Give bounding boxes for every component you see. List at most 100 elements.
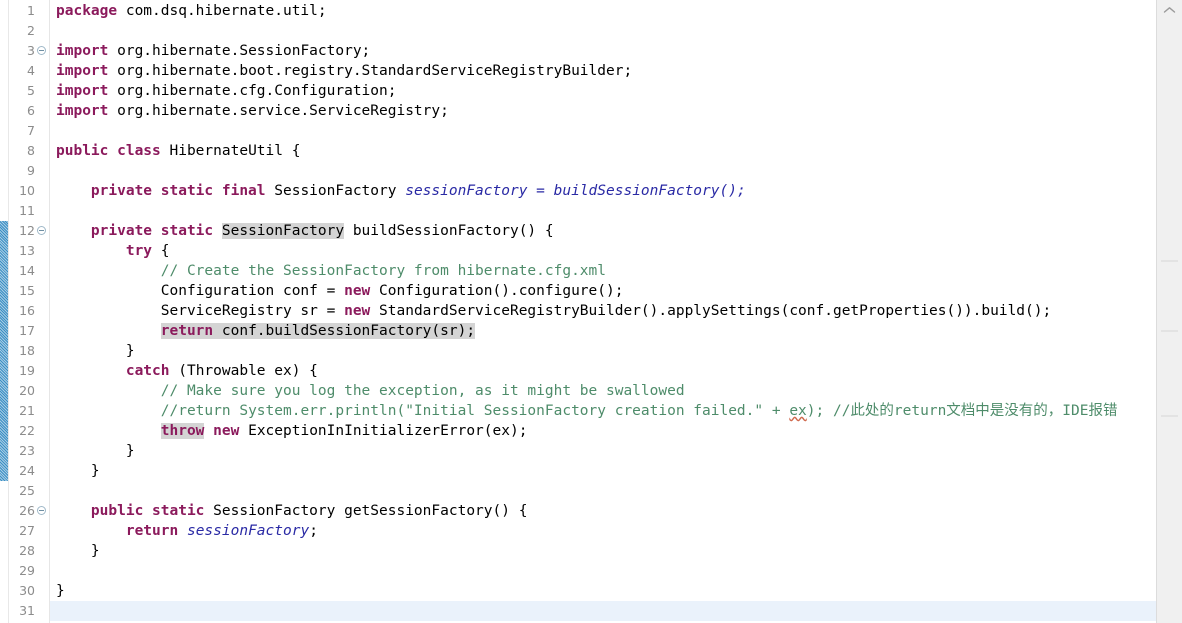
code-token: import [56, 103, 109, 119]
code-line[interactable] [50, 481, 1156, 501]
collapse-icon[interactable] [37, 506, 46, 515]
fold-ruler-cell [36, 341, 49, 361]
code-token: SessionFactory [221, 223, 345, 239]
line-number: 5 [27, 83, 35, 98]
code-line[interactable]: package com.dsq.hibernate.util; [50, 1, 1156, 21]
code-token: SessionFactory getSessionFactory() { [204, 503, 528, 519]
code-line[interactable]: private static final SessionFactory sess… [50, 181, 1156, 201]
code-line[interactable]: return sessionFactory; [50, 521, 1156, 541]
code-folding-ruler[interactable] [36, 0, 50, 623]
line-number: 25 [19, 483, 35, 498]
collapse-icon[interactable] [37, 226, 46, 235]
code-line[interactable] [50, 561, 1156, 581]
vertical-scrollbar[interactable] [1156, 0, 1182, 623]
code-token: Configuration().configure(); [370, 283, 624, 299]
line-number: 20 [19, 383, 35, 398]
code-token: } [56, 463, 100, 479]
line-number: 13 [19, 243, 35, 258]
line-number: 21 [19, 403, 35, 418]
code-line[interactable]: // Make sure you log the exception, as i… [50, 381, 1156, 401]
code-line[interactable] [50, 601, 1156, 621]
code-line[interactable]: ServiceRegistry sr = new StandardService… [50, 301, 1156, 321]
code-token: ExceptionInInitializerError(ex); [239, 423, 528, 439]
fold-ruler-cell [36, 121, 49, 141]
code-token: package [56, 3, 118, 19]
code-line[interactable]: private static SessionFactory buildSessi… [50, 221, 1156, 241]
code-line[interactable]: Configuration conf = new Configuration()… [50, 281, 1156, 301]
line-number: 8 [27, 143, 35, 158]
line-number: 4 [27, 63, 35, 78]
java-code-editor[interactable]: 1 2 3 4 5 6 7 8 9 10 11 12 13 14 15 16 17 18 19 20 21 22 23 24 2… [0, 0, 1182, 623]
code-line[interactable]: //return System.err.println("Initial Ses… [50, 401, 1156, 421]
code-token: } [56, 443, 135, 459]
line-number: 14 [19, 263, 35, 278]
code-line[interactable]: try { [50, 241, 1156, 261]
code-line[interactable]: } [50, 341, 1156, 361]
code-token: new [213, 423, 240, 439]
code-text-area[interactable]: package com.dsq.hibernate.util; import or… [50, 0, 1156, 623]
code-token: sessionFactory = buildSessionFactory(); [405, 183, 746, 199]
code-line[interactable]: throw new ExceptionInInitializerError(ex… [50, 421, 1156, 441]
code-line[interactable]: } [50, 541, 1156, 561]
line-number: 18 [19, 343, 35, 358]
line-number: 27 [19, 523, 35, 538]
code-line[interactable]: import org.hibernate.service.ServiceRegi… [50, 101, 1156, 121]
fold-toggle-icon[interactable] [36, 501, 49, 521]
code-token: } [56, 543, 100, 559]
fold-ruler-cell [36, 81, 49, 101]
code-line[interactable]: public static SessionFactory getSessionF… [50, 501, 1156, 521]
code-line[interactable]: catch (Throwable ex) { [50, 361, 1156, 381]
code-token: StandardServiceRegistryBuilder().applySe… [370, 303, 1052, 319]
fold-ruler-cell [36, 441, 49, 461]
fold-ruler-cell [36, 201, 49, 221]
code-line[interactable]: } [50, 581, 1156, 601]
overview-ruler-tick [1161, 330, 1178, 332]
code-line[interactable] [50, 21, 1156, 41]
fold-ruler-cell [36, 461, 49, 481]
code-line[interactable]: import org.hibernate.cfg.Configuration; [50, 81, 1156, 101]
code-token: } [56, 583, 65, 599]
code-line[interactable]: } [50, 461, 1156, 481]
code-token: SessionFactory [265, 183, 406, 199]
fold-ruler-cell [36, 101, 49, 121]
fold-ruler-cell [36, 261, 49, 281]
code-token: new [344, 283, 371, 299]
fold-ruler-cell [36, 61, 49, 81]
fold-ruler-cell [36, 181, 49, 201]
code-line[interactable]: // Create the SessionFactory from hibern… [50, 261, 1156, 281]
line-number: 10 [19, 183, 35, 198]
fold-ruler-cell [36, 321, 49, 341]
code-token: ServiceRegistry sr = [56, 303, 345, 319]
code-line[interactable] [50, 121, 1156, 141]
code-line[interactable]: import org.hibernate.boot.registry.Stand… [50, 61, 1156, 81]
line-number: 28 [19, 543, 35, 558]
code-token: org.hibernate.cfg.Configuration; [108, 83, 397, 99]
code-token: ; [309, 523, 318, 539]
code-token: throw [160, 423, 205, 439]
code-token: //return System.err.println("Initial Ses… [160, 403, 790, 419]
code-line[interactable]: } [50, 441, 1156, 461]
code-line[interactable]: return conf.buildSessionFactory(sr); [50, 321, 1156, 341]
code-token: HibernateUtil { [160, 143, 301, 159]
line-number: 22 [19, 423, 35, 438]
code-line[interactable]: import org.hibernate.SessionFactory; [50, 41, 1156, 61]
fold-toggle-icon[interactable] [36, 41, 49, 61]
fold-toggle-icon[interactable] [36, 221, 49, 241]
code-line[interactable]: public class HibernateUtil { [50, 141, 1156, 161]
code-token: import [56, 83, 109, 99]
code-line[interactable] [50, 161, 1156, 181]
line-number: 15 [19, 283, 35, 298]
overview-ruler-tick [1161, 415, 1178, 417]
collapse-icon[interactable] [37, 46, 46, 55]
fold-ruler-cell [36, 141, 49, 161]
line-number: 1 [27, 3, 35, 18]
chevron-up-icon[interactable] [1157, 2, 1182, 17]
code-line[interactable] [50, 201, 1156, 221]
line-number: 12 [19, 223, 35, 238]
fold-ruler-cell [36, 521, 49, 541]
